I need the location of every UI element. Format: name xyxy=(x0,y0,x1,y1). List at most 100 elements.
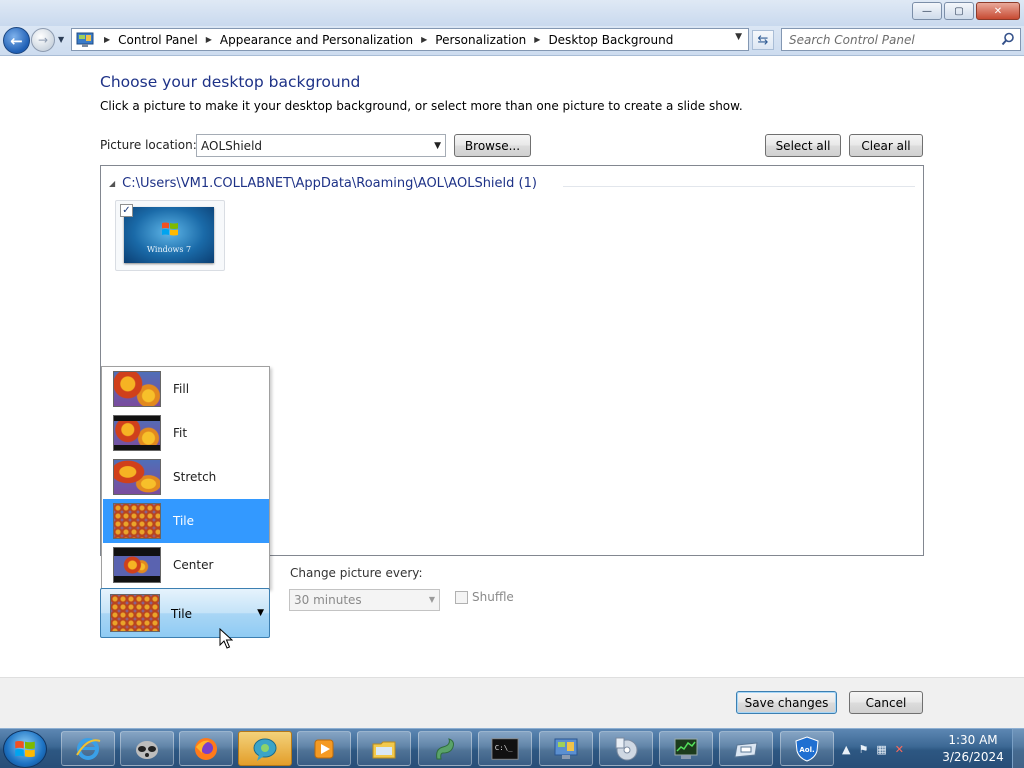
refresh-button[interactable]: ⇆ xyxy=(752,30,774,50)
window-controls: — ▢ ✕ xyxy=(910,2,1020,20)
breadcrumb-item-desktop-background[interactable]: Desktop Background xyxy=(548,33,673,47)
clock-time: 1:30 AM xyxy=(948,733,998,747)
action-center-flag-icon[interactable]: ⚑ xyxy=(858,743,868,756)
picture-location-value: AOLShield xyxy=(201,138,263,153)
recent-pages-dropdown-icon[interactable]: ▼ xyxy=(58,35,64,44)
breadcrumb-item-control-panel[interactable]: Control Panel xyxy=(118,33,198,47)
control-panel-icon xyxy=(552,735,580,763)
drive-icon xyxy=(732,735,760,763)
breadcrumb-chevron-icon: ▶ xyxy=(104,35,111,44)
select-all-button[interactable]: Select all xyxy=(765,134,841,157)
taskbar-media-player[interactable] xyxy=(297,731,351,766)
breadcrumb-item-personalization[interactable]: Personalization xyxy=(435,33,526,47)
taskbar-firefox[interactable] xyxy=(179,731,233,766)
search-icon[interactable] xyxy=(1001,32,1015,49)
page-title: Choose your desktop background xyxy=(100,73,361,91)
taskbar-drive-app[interactable] xyxy=(719,731,773,766)
taskbar-chat-app[interactable] xyxy=(238,731,292,766)
taskbar-snake-app[interactable] xyxy=(418,731,472,766)
save-changes-button[interactable]: Save changes xyxy=(736,691,837,714)
maximize-icon: ▢ xyxy=(954,5,964,17)
internet-explorer-icon xyxy=(74,735,102,763)
fit-preview-icon xyxy=(113,415,161,451)
chat-icon xyxy=(251,735,279,763)
position-option-label: Fill xyxy=(173,382,190,396)
close-icon: ✕ xyxy=(993,5,1003,17)
chevron-down-icon: ▼ xyxy=(257,608,264,618)
browse-button[interactable]: Browse... xyxy=(454,134,531,157)
shuffle-checkbox-box[interactable] xyxy=(455,590,468,604)
minimize-button[interactable]: — xyxy=(912,2,942,20)
position-option-center[interactable]: Center xyxy=(103,543,269,587)
clear-all-button[interactable]: Clear all xyxy=(849,134,923,157)
close-button[interactable]: ✕ xyxy=(976,2,1020,20)
show-hidden-icons-icon[interactable]: ▲ xyxy=(842,743,850,756)
start-button[interactable] xyxy=(3,730,47,768)
breadcrumb-item-appearance[interactable]: Appearance and Personalization xyxy=(220,33,413,47)
control-panel-icon xyxy=(74,30,96,49)
wallpaper-thumbnail[interactable]: Windows 7 ✓ xyxy=(115,200,225,271)
system-monitor-icon xyxy=(672,735,700,763)
clock[interactable]: 1:30 AM 3/26/2024 xyxy=(936,732,1010,766)
gallery-group-header[interactable]: ◢ C:\Users\VM1.COLLABNET\AppData\Roaming… xyxy=(109,176,537,191)
breadcrumb-chevron-icon[interactable]: ▶ xyxy=(421,35,427,44)
picture-location-combo[interactable]: AOLShield ▼ xyxy=(196,134,446,157)
wallpaper-caption: Windows 7 xyxy=(146,245,192,254)
wallpaper-checkbox[interactable]: ✓ xyxy=(120,204,133,217)
windows-logo-icon xyxy=(162,222,178,236)
search-box[interactable] xyxy=(781,28,1021,51)
position-option-label: Tile xyxy=(173,514,195,528)
taskbar-raccoon-app[interactable] xyxy=(120,731,174,766)
shuffle-checkbox[interactable]: Shuffle xyxy=(455,590,514,604)
center-preview-icon xyxy=(113,547,161,583)
fill-preview-icon xyxy=(113,371,161,407)
page-subtitle: Click a picture to make it your desktop … xyxy=(100,99,743,113)
aol-shield-icon: Aol. xyxy=(793,735,821,763)
taskbar-aol-shield[interactable]: Aol. xyxy=(780,731,834,766)
volume-muted-icon[interactable]: ✕ xyxy=(895,743,904,756)
position-option-label: Fit xyxy=(173,426,188,440)
network-icon[interactable]: ▦ xyxy=(876,743,886,756)
picture-location-label: Picture location: xyxy=(100,138,197,152)
media-player-icon xyxy=(310,735,338,763)
breadcrumb-chevron-icon[interactable]: ▶ xyxy=(206,35,212,44)
taskbar-system-monitor[interactable] xyxy=(659,731,713,766)
change-interval-combo[interactable]: 30 minutes ▼ xyxy=(289,589,440,611)
picture-position-combo[interactable]: Tile ▼ xyxy=(100,588,270,638)
raccoon-icon xyxy=(133,735,161,763)
show-desktop-button[interactable] xyxy=(1012,729,1024,768)
maximize-button[interactable]: ▢ xyxy=(944,2,974,20)
clock-date: 3/26/2024 xyxy=(942,750,1004,764)
position-option-label: Center xyxy=(173,558,214,572)
position-option-fit[interactable]: Fit xyxy=(103,411,269,455)
forward-button[interactable]: → xyxy=(31,28,55,52)
breadcrumb: ▶ Control Panel ▶ Appearance and Persona… xyxy=(96,33,673,47)
refresh-icon: ⇆ xyxy=(757,32,769,48)
search-input[interactable] xyxy=(789,32,989,47)
shuffle-label: Shuffle xyxy=(472,590,514,604)
breadcrumb-chevron-icon[interactable]: ▶ xyxy=(534,35,540,44)
taskbar-file-explorer[interactable] xyxy=(357,731,411,766)
taskbar-control-panel[interactable] xyxy=(539,731,593,766)
position-option-fill[interactable]: Fill xyxy=(103,367,269,411)
address-bar[interactable]: ▶ Control Panel ▶ Appearance and Persona… xyxy=(71,28,749,51)
collapse-triangle-icon[interactable]: ◢ xyxy=(109,179,115,188)
taskbar-internet-explorer[interactable] xyxy=(61,731,115,766)
back-arrow-icon: ← xyxy=(10,31,23,50)
position-option-stretch[interactable]: Stretch xyxy=(103,455,269,499)
windows-logo-icon xyxy=(15,741,35,757)
tile-preview-icon xyxy=(113,503,161,539)
tile-preview-icon xyxy=(110,594,160,632)
taskbar-disc-tools[interactable] xyxy=(599,731,653,766)
chevron-down-icon: ▼ xyxy=(434,140,441,151)
forward-arrow-icon: → xyxy=(37,33,49,47)
position-option-tile[interactable]: Tile xyxy=(103,499,269,543)
window-titlebar: — ▢ ✕ xyxy=(0,0,1024,26)
back-button[interactable]: ← xyxy=(3,27,30,54)
taskbar-command-prompt[interactable]: C:\_ xyxy=(478,731,532,766)
address-dropdown-icon[interactable]: ▼ xyxy=(735,32,742,42)
wallpaper-image: Windows 7 xyxy=(124,207,214,263)
cancel-button[interactable]: Cancel xyxy=(849,691,923,714)
snake-icon xyxy=(431,735,459,763)
picture-position-dropdown-list: Fill Fit Stretch Tile Center xyxy=(101,366,270,589)
